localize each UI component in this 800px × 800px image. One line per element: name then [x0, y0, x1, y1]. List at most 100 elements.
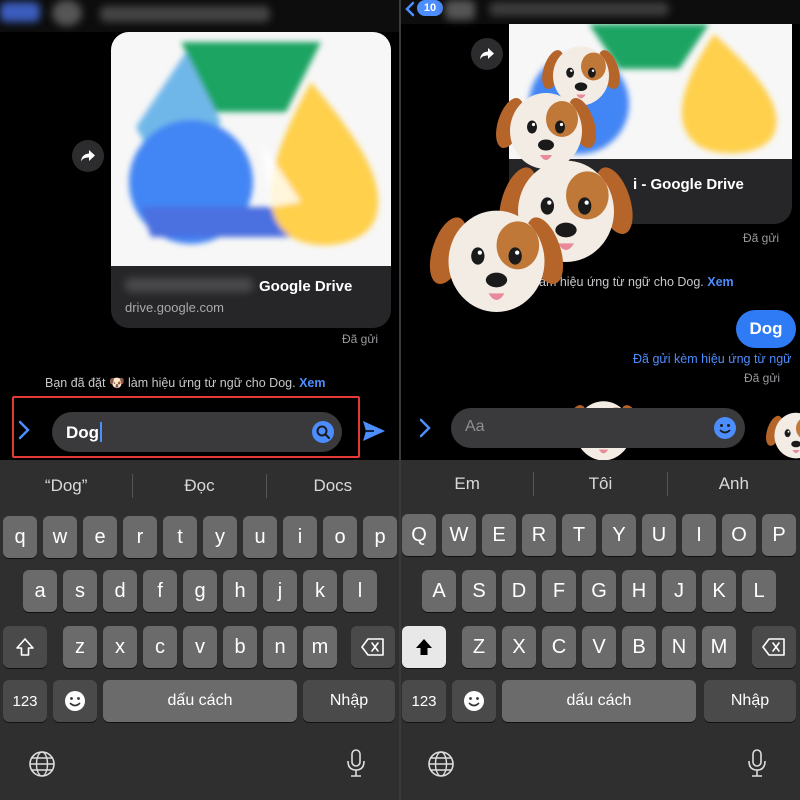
card-domain: drive.google.com: [125, 300, 224, 315]
key-n[interactable]: n: [263, 626, 297, 668]
key-y[interactable]: Y: [602, 514, 636, 556]
key-d[interactable]: D: [502, 570, 536, 612]
globe-icon[interactable]: [427, 750, 455, 778]
view-link[interactable]: Xem: [299, 376, 325, 390]
key-q[interactable]: Q: [402, 514, 436, 556]
message-input[interactable]: Aa: [451, 408, 745, 448]
key-s[interactable]: S: [462, 570, 496, 612]
key-f[interactable]: f: [143, 570, 177, 612]
key-row-2: a s d f g h j k l: [0, 570, 399, 612]
key-h[interactable]: h: [223, 570, 257, 612]
key-p[interactable]: P: [762, 514, 796, 556]
key-q[interactable]: q: [3, 516, 37, 558]
key-f[interactable]: F: [542, 570, 576, 612]
return-key[interactable]: Nhập: [704, 680, 796, 722]
suggestion-3[interactable]: Anh: [668, 474, 800, 494]
key-r[interactable]: r: [123, 516, 157, 558]
shift-key[interactable]: [402, 626, 446, 668]
composer: Aa: [401, 398, 800, 460]
key-k[interactable]: k: [303, 570, 337, 612]
key-l[interactable]: L: [742, 570, 776, 612]
blurred-card-title: [125, 278, 253, 292]
key-w[interactable]: w: [43, 516, 77, 558]
chevron-right-icon[interactable]: [419, 418, 431, 438]
key-c[interactable]: c: [143, 626, 177, 668]
numbers-key[interactable]: 123: [402, 680, 446, 722]
key-i[interactable]: i: [283, 516, 317, 558]
mic-icon[interactable]: [747, 748, 767, 778]
key-j[interactable]: J: [662, 570, 696, 612]
key-t[interactable]: T: [562, 514, 596, 556]
sent-status-2: Đã gửi: [744, 371, 781, 385]
key-z[interactable]: z: [63, 626, 97, 668]
effect-note[interactable]: Đã gửi kèm hiệu ứng từ ngữ: [633, 352, 792, 366]
send-icon[interactable]: [362, 420, 386, 442]
top-bar: [0, 0, 399, 32]
key-h[interactable]: H: [622, 570, 656, 612]
system-message-prefix: Bạn đã đặt: [45, 376, 106, 390]
key-w[interactable]: W: [442, 514, 476, 556]
key-o[interactable]: o: [323, 516, 357, 558]
suggestion-2[interactable]: Tôi: [534, 474, 666, 494]
key-v[interactable]: V: [582, 626, 616, 668]
key-x[interactable]: X: [502, 626, 536, 668]
key-a[interactable]: a: [23, 570, 57, 612]
link-preview-card[interactable]: Google Drive drive.google.com: [111, 32, 391, 328]
suggestion-3[interactable]: Docs: [267, 476, 399, 496]
mic-icon[interactable]: [346, 748, 366, 778]
suggestion-2[interactable]: Đọc: [133, 476, 265, 496]
smiley-icon[interactable]: [713, 416, 737, 440]
key-k[interactable]: K: [702, 570, 736, 612]
card-title: Google Drive: [259, 278, 353, 295]
key-a[interactable]: A: [422, 570, 456, 612]
key-b[interactable]: b: [223, 626, 257, 668]
system-message-suffix: làm hiệu ứng từ ngữ cho Dog.: [128, 376, 296, 390]
key-v[interactable]: v: [183, 626, 217, 668]
key-e[interactable]: e: [83, 516, 117, 558]
shift-key[interactable]: [3, 626, 47, 668]
key-g[interactable]: G: [582, 570, 616, 612]
key-d[interactable]: d: [103, 570, 137, 612]
emoji-icon: [65, 691, 85, 711]
key-m[interactable]: M: [702, 626, 736, 668]
key-n[interactable]: N: [662, 626, 696, 668]
numbers-key[interactable]: 123: [3, 680, 47, 722]
forward-icon: [480, 48, 494, 60]
space-key[interactable]: dấu cách: [103, 680, 297, 722]
key-l[interactable]: l: [343, 570, 377, 612]
forward-button[interactable]: [471, 38, 503, 70]
return-key[interactable]: Nhập: [303, 680, 395, 722]
key-u[interactable]: u: [243, 516, 277, 558]
key-p[interactable]: p: [363, 516, 397, 558]
key-c[interactable]: C: [542, 626, 576, 668]
space-key[interactable]: dấu cách: [502, 680, 696, 722]
key-o[interactable]: O: [722, 514, 756, 556]
key-x[interactable]: x: [103, 626, 137, 668]
emoji-key[interactable]: [53, 680, 97, 722]
forward-button[interactable]: [72, 140, 104, 172]
key-s[interactable]: s: [63, 570, 97, 612]
key-e[interactable]: E: [482, 514, 516, 556]
emoji-key[interactable]: [452, 680, 496, 722]
key-u[interactable]: U: [642, 514, 676, 556]
shift-icon: [16, 638, 34, 656]
key-t[interactable]: t: [163, 516, 197, 558]
suggestion-1[interactable]: Em: [401, 474, 533, 494]
view-link[interactable]: Xem: [707, 275, 733, 289]
key-i[interactable]: I: [682, 514, 716, 556]
globe-icon[interactable]: [28, 750, 56, 778]
google-drive-logo-icon: [129, 42, 379, 246]
backspace-key[interactable]: [351, 626, 395, 668]
key-z[interactable]: Z: [462, 626, 496, 668]
key-m[interactable]: m: [303, 626, 337, 668]
key-r[interactable]: R: [522, 514, 556, 556]
key-j[interactable]: j: [263, 570, 297, 612]
message-bubble[interactable]: Dog: [736, 310, 796, 348]
drive-logo-image: [111, 32, 391, 266]
backspace-key[interactable]: [752, 626, 796, 668]
key-y[interactable]: y: [203, 516, 237, 558]
suggestion-1[interactable]: “Dog”: [0, 476, 132, 496]
top-bar: 10: [401, 0, 800, 24]
key-g[interactable]: g: [183, 570, 217, 612]
key-b[interactable]: B: [622, 626, 656, 668]
